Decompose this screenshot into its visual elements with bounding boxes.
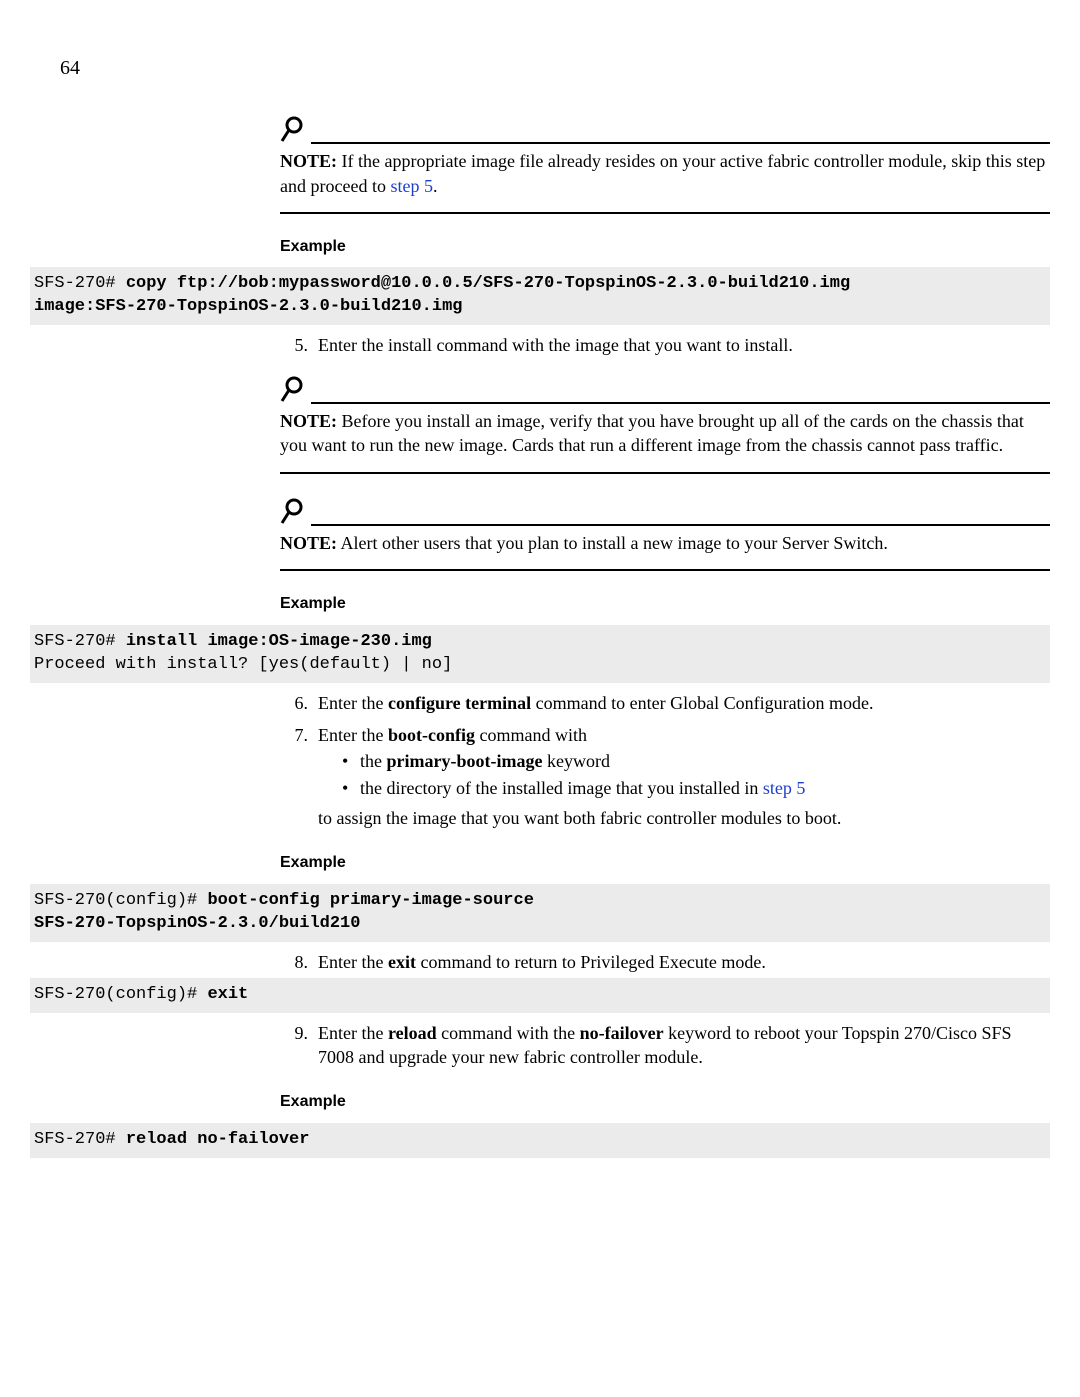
code-command: reload no-failover: [126, 1130, 310, 1149]
step-number: 8.: [280, 950, 308, 974]
bullet-text: the primary-boot-image keyword: [360, 749, 1050, 773]
code-prompt: SFS-270(config)#: [34, 985, 207, 1004]
step-number: 5.: [280, 333, 308, 357]
bullet-item: • the primary-boot-image keyword: [318, 749, 1050, 773]
note-label: NOTE:: [280, 151, 337, 171]
note-body: Alert other users that you plan to insta…: [337, 533, 888, 553]
horizontal-rule: [311, 402, 1050, 404]
step-5: 5. Enter the install command with the im…: [280, 333, 1050, 357]
bullet-text: the directory of the installed image tha…: [360, 776, 1050, 800]
text-bold: no-failover: [580, 1023, 664, 1043]
text-prefix: Enter the: [318, 1023, 388, 1043]
code-command: image:SFS-270-TopspinOS-2.3.0-build210.i…: [34, 297, 462, 316]
code-block-reload: SFS-270# reload no-failover: [30, 1123, 1050, 1158]
code-prompt: SFS-270#: [34, 632, 126, 651]
page: 64 NOTE: If the appropriate image file a…: [0, 0, 1080, 1397]
text-mid: command with the: [437, 1023, 580, 1043]
step-9: 9. Enter the reload command with the no-…: [280, 1021, 1050, 1070]
step5-link[interactable]: step 5: [390, 176, 433, 196]
code-prompt: SFS-270#: [34, 1130, 126, 1149]
text-prefix: Enter the: [318, 725, 388, 745]
bullet-dot: •: [342, 749, 360, 773]
horizontal-rule: [280, 472, 1050, 474]
bullet-prefix: the: [360, 751, 387, 771]
note-text: NOTE: Alert other users that you plan to…: [280, 531, 1050, 555]
step-text: Enter the install command with the image…: [318, 333, 1050, 357]
code-block-install: SFS-270# install image:OS-image-230.img …: [30, 625, 1050, 683]
note-label: NOTE:: [280, 411, 337, 431]
note-text: NOTE: Before you install an image, verif…: [280, 409, 1050, 458]
horizontal-rule: [280, 212, 1050, 214]
code-command: SFS-270-TopspinOS-2.3.0/build210: [34, 914, 360, 933]
note-body-post: .: [433, 176, 438, 196]
note-rule: [280, 110, 1050, 144]
bullet-suffix: keyword: [542, 751, 609, 771]
note-rule: [280, 492, 1050, 526]
bullet-bold: primary-boot-image: [387, 751, 543, 771]
code-command: install image:OS-image-230.img: [126, 632, 432, 651]
example-label: Example: [280, 852, 1050, 874]
note-block-2: NOTE: Before you install an image, verif…: [280, 370, 1050, 474]
text-prefix: Enter the: [318, 693, 388, 713]
step-number: 6.: [280, 691, 308, 715]
horizontal-rule: [311, 524, 1050, 526]
note-block-3: NOTE: Alert other users that you plan to…: [280, 492, 1050, 572]
text-suffix: command with: [475, 725, 587, 745]
text-prefix: Enter the: [318, 952, 388, 972]
step-text: Enter the boot-config command with • the…: [318, 723, 1050, 830]
example-label: Example: [280, 1091, 1050, 1113]
note-text: NOTE: If the appropriate image file alre…: [280, 149, 1050, 198]
step-8: 8. Enter the exit command to return to P…: [280, 950, 1050, 974]
text-suffix: command to enter Global Configuration mo…: [531, 693, 873, 713]
bullet-item: • the directory of the installed image t…: [318, 776, 1050, 800]
step-number: 7.: [280, 723, 308, 830]
note-label: NOTE:: [280, 533, 337, 553]
step-text: Enter the reload command with the no-fai…: [318, 1021, 1050, 1070]
step-continuation: to assign the image that you want both f…: [318, 806, 1050, 830]
text-bold: boot-config: [388, 725, 475, 745]
step-number: 9.: [280, 1021, 308, 1070]
code-command: boot-config primary-image-source: [207, 891, 533, 910]
step-text: Enter the exit command to return to Priv…: [318, 950, 1050, 974]
code-command: copy ftp://bob:mypassword@10.0.0.5/SFS-2…: [126, 274, 850, 293]
page-number: 64: [60, 55, 80, 82]
magnifier-icon: [280, 375, 308, 409]
bullet-prefix: the directory of the installed image tha…: [360, 778, 763, 798]
step5-link[interactable]: step 5: [763, 778, 806, 798]
text-bold: exit: [388, 952, 416, 972]
horizontal-rule: [280, 569, 1050, 571]
step-7: 7. Enter the boot-config command with • …: [280, 723, 1050, 830]
example-label: Example: [280, 593, 1050, 615]
step-text: Enter the configure terminal command to …: [318, 691, 1050, 715]
code-block-exit: SFS-270(config)# exit: [30, 978, 1050, 1013]
text-bold: configure terminal: [388, 693, 531, 713]
note-block-1: NOTE: If the appropriate image file alre…: [280, 110, 1050, 214]
bullet-list: • the primary-boot-image keyword • the d…: [318, 749, 1050, 800]
text-suffix: command to return to Privileged Execute …: [416, 952, 766, 972]
code-prompt: SFS-270#: [34, 274, 126, 293]
code-prompt: SFS-270(config)#: [34, 891, 207, 910]
note-rule: [280, 370, 1050, 404]
content-column: NOTE: If the appropriate image file alre…: [280, 110, 1050, 1158]
example-label: Example: [280, 236, 1050, 258]
magnifier-icon: [280, 115, 308, 149]
horizontal-rule: [311, 142, 1050, 144]
step-6: 6. Enter the configure terminal command …: [280, 691, 1050, 715]
magnifier-icon: [280, 497, 308, 531]
code-block-boot-config: SFS-270(config)# boot-config primary-ima…: [30, 884, 1050, 942]
code-output: Proceed with install? [yes(default) | no…: [34, 655, 452, 674]
code-block-copy: SFS-270# copy ftp://bob:mypassword@10.0.…: [30, 267, 1050, 325]
note-body: Before you install an image, verify that…: [280, 411, 1024, 455]
code-command: exit: [207, 985, 248, 1004]
text-bold: reload: [388, 1023, 437, 1043]
bullet-dot: •: [342, 776, 360, 800]
